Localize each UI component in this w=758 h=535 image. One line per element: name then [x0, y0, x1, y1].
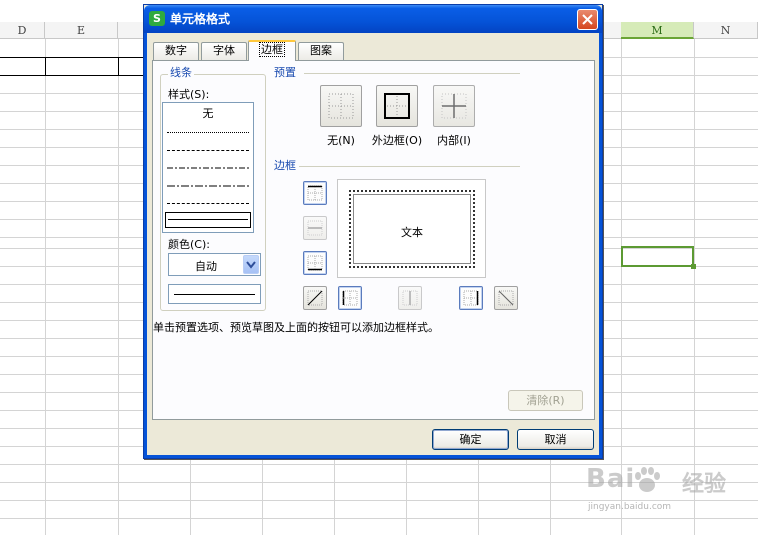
paw-icon	[635, 467, 660, 492]
preset-outline-label: 外边框(O)	[371, 134, 423, 147]
line-style-dotted[interactable]	[167, 132, 249, 133]
dialog-title: 单元格格式	[170, 12, 231, 26]
column-header-n[interactable]: N	[694, 22, 758, 39]
border-left-icon	[342, 290, 358, 306]
tab-pattern[interactable]: 图案	[298, 42, 344, 60]
tab-number[interactable]: 数字	[153, 42, 199, 60]
border-inside-vertical-button[interactable]	[398, 286, 422, 310]
border-preview[interactable]: 文本	[337, 179, 486, 278]
close-icon	[582, 14, 593, 25]
column-header-m[interactable]: M	[621, 22, 694, 39]
border-diagonal-up-button[interactable]	[303, 286, 327, 310]
border-section-title: 边框	[274, 160, 299, 172]
preview-outline[interactable]: 文本	[349, 190, 475, 268]
border-bottom-icon	[307, 255, 323, 271]
chevron-down-icon[interactable]	[243, 255, 259, 274]
line-style-none[interactable]: 无	[163, 107, 253, 120]
line-style-fine-dashed[interactable]	[167, 203, 249, 204]
outline-border-icon	[384, 93, 410, 119]
border-bottom-button[interactable]	[303, 251, 327, 275]
border-top-button[interactable]	[303, 181, 327, 205]
column-header-d[interactable]: D	[0, 22, 45, 39]
color-value: 自动	[195, 260, 217, 273]
line-style-solid-selected[interactable]	[165, 212, 251, 228]
clear-button[interactable]: 清除(R)	[508, 390, 583, 411]
selected-cell[interactable]	[621, 246, 696, 269]
diagonal-down-icon	[498, 290, 514, 306]
preset-none-button[interactable]	[320, 85, 362, 127]
border-right-icon	[463, 290, 479, 306]
tab-border[interactable]: 边框	[248, 40, 296, 61]
style-label: 样式(S):	[168, 88, 210, 101]
border-right-button[interactable]	[459, 286, 483, 310]
presets-section-title: 预置	[274, 67, 299, 79]
border-top-icon	[307, 185, 323, 201]
color-dropdown[interactable]: 自动	[168, 253, 261, 276]
line-style-dashed[interactable]	[167, 150, 249, 151]
preset-outline-button[interactable]	[376, 85, 418, 127]
line-style-list[interactable]: 无	[162, 102, 254, 233]
no-border-icon	[328, 93, 354, 119]
border-inside-horizontal-icon	[307, 220, 323, 236]
preset-none-label: 无(N)	[327, 134, 355, 147]
line-color-preview	[168, 284, 261, 304]
preview-text: 文本	[401, 226, 423, 239]
color-label: 颜色(C):	[168, 238, 210, 251]
ok-button[interactable]: 确定	[432, 429, 509, 450]
app-icon: S	[149, 11, 165, 26]
preset-inside-label: 内部(I)	[437, 134, 471, 147]
cancel-button[interactable]: 取消	[517, 429, 594, 450]
inside-border-icon	[441, 93, 467, 119]
baidu-jingyan-watermark: Bai 经验 jingyan.baidu.com	[586, 464, 727, 512]
preset-inside-button[interactable]	[433, 85, 475, 127]
line-group-title: 线条	[168, 66, 194, 79]
tab-font[interactable]: 字体	[201, 42, 247, 60]
border-inside-vertical-icon	[402, 290, 418, 306]
format-cells-dialog: S 单元格格式 数字 字体 边框 图案 线条 样式(S): 无 颜色(C): 自…	[143, 4, 603, 459]
border-left-button[interactable]	[338, 286, 362, 310]
border-inside-horizontal-button[interactable]	[303, 216, 327, 240]
diagonal-up-icon	[307, 290, 323, 306]
close-button[interactable]	[577, 9, 598, 30]
border-diagonal-down-button[interactable]	[494, 286, 518, 310]
hint-text: 单击预置选项、预览草图及上面的按钮可以添加边框样式。	[153, 321, 439, 334]
dialog-titlebar[interactable]: S 单元格格式	[144, 5, 602, 33]
column-header-e[interactable]: E	[45, 22, 118, 39]
